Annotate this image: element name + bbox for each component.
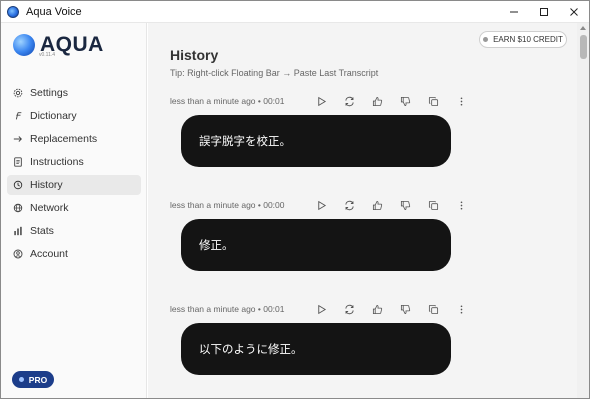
scrollbar[interactable] bbox=[577, 23, 589, 398]
refresh-icon bbox=[344, 96, 354, 106]
copy-button[interactable] bbox=[419, 198, 447, 212]
entry-actions bbox=[307, 94, 475, 108]
sidebar-item-instructions[interactable]: Instructions bbox=[7, 152, 141, 172]
retry-button[interactable] bbox=[335, 302, 363, 316]
sidebar-item-stats[interactable]: Stats bbox=[7, 221, 141, 241]
sidebar-item-label: Account bbox=[30, 248, 68, 260]
transcript-bubble: 以下のように修正。 bbox=[181, 323, 451, 375]
thumbs-down-icon bbox=[400, 96, 410, 106]
sidebar-item-label: Instructions bbox=[30, 156, 84, 168]
sidebar-item-settings[interactable]: Settings bbox=[7, 83, 141, 103]
thumbs-down-button[interactable] bbox=[391, 198, 419, 212]
more-vertical-icon bbox=[460, 96, 462, 106]
app-window: Aqua Voice AQUA v0.11.4 Settings Diction… bbox=[0, 0, 590, 399]
window-controls bbox=[499, 1, 589, 23]
copy-button[interactable] bbox=[419, 302, 447, 316]
logo-orb-icon bbox=[13, 34, 35, 56]
sidebar-item-replacements[interactable]: Replacements bbox=[7, 129, 141, 149]
copy-icon bbox=[428, 96, 438, 106]
pro-label: PRO bbox=[28, 374, 48, 385]
more-vertical-icon bbox=[460, 304, 462, 314]
thumbs-up-button[interactable] bbox=[363, 94, 391, 108]
globe-icon bbox=[13, 203, 23, 213]
pro-button[interactable]: PRO bbox=[12, 371, 54, 388]
thumbs-up-button[interactable] bbox=[363, 302, 391, 316]
dictionary-icon bbox=[15, 112, 22, 120]
sidebar-item-label: Network bbox=[30, 202, 69, 214]
play-icon bbox=[317, 200, 326, 210]
main-panel: EARN $10 CREDIT History Tip: Right-click… bbox=[148, 23, 577, 398]
copy-icon bbox=[428, 200, 438, 210]
sidebar-item-account[interactable]: Account bbox=[7, 244, 141, 264]
thumbs-up-button[interactable] bbox=[363, 198, 391, 212]
earn-credit-button[interactable]: EARN $10 CREDIT bbox=[479, 31, 567, 48]
account-icon bbox=[13, 249, 23, 259]
more-button[interactable] bbox=[447, 198, 475, 212]
arrow-right-icon bbox=[13, 136, 22, 142]
page-title: History bbox=[170, 47, 219, 63]
close-button[interactable] bbox=[559, 1, 589, 23]
play-icon bbox=[317, 96, 326, 106]
refresh-icon bbox=[344, 304, 354, 314]
sidebar: AQUA v0.11.4 Settings Dictionary Replace… bbox=[1, 23, 147, 398]
window-title: Aqua Voice bbox=[26, 5, 82, 18]
thumbs-up-icon bbox=[372, 96, 382, 106]
copy-icon bbox=[428, 304, 438, 314]
sidebar-nav: Settings Dictionary Replacements Instruc… bbox=[7, 83, 141, 267]
play-icon bbox=[317, 304, 326, 314]
play-button[interactable] bbox=[307, 198, 335, 212]
sidebar-item-network[interactable]: Network bbox=[7, 198, 141, 218]
maximize-button[interactable] bbox=[529, 1, 559, 23]
thumbs-down-button[interactable] bbox=[391, 94, 419, 108]
scroll-thumb[interactable] bbox=[580, 35, 587, 59]
sidebar-item-label: Dictionary bbox=[30, 110, 77, 122]
document-icon bbox=[14, 157, 22, 167]
sidebar-item-label: Stats bbox=[30, 225, 54, 237]
history-entry: less than a minute ago • 00:00 修正。 bbox=[170, 198, 570, 271]
more-vertical-icon bbox=[460, 200, 462, 210]
more-button[interactable] bbox=[447, 94, 475, 108]
app-icon bbox=[7, 5, 19, 18]
bar-chart-icon bbox=[14, 226, 22, 236]
earn-dot-icon bbox=[483, 37, 489, 42]
thumbs-down-icon bbox=[400, 200, 410, 210]
thumbs-down-icon bbox=[400, 304, 410, 314]
tip-text: Tip: Right-click Floating Bar → Paste La… bbox=[170, 68, 379, 78]
history-icon bbox=[13, 180, 23, 190]
gear-icon bbox=[13, 88, 23, 98]
entry-actions bbox=[307, 198, 475, 212]
history-entry: less than a minute ago • 00:01 誤字脱字を校正。 bbox=[170, 94, 570, 167]
app-version: v0.11.4 bbox=[39, 52, 56, 58]
history-entry: less than a minute ago • 00:01 以下のように修正。 bbox=[170, 302, 570, 375]
title-bar: Aqua Voice bbox=[1, 1, 589, 23]
sidebar-item-label: History bbox=[30, 179, 63, 191]
retry-button[interactable] bbox=[335, 198, 363, 212]
minimize-button[interactable] bbox=[499, 1, 529, 23]
thumbs-up-icon bbox=[372, 200, 382, 210]
minimize-icon bbox=[510, 11, 518, 13]
thumbs-down-button[interactable] bbox=[391, 302, 419, 316]
play-button[interactable] bbox=[307, 94, 335, 108]
entry-actions bbox=[307, 302, 475, 316]
transcript-bubble: 誤字脱字を校正。 bbox=[181, 115, 451, 167]
earn-credit-label: EARN $10 CREDIT bbox=[493, 35, 563, 44]
copy-button[interactable] bbox=[419, 94, 447, 108]
sidebar-item-label: Settings bbox=[30, 87, 68, 99]
sidebar-item-history[interactable]: History bbox=[7, 175, 141, 195]
pro-dot-icon bbox=[18, 377, 24, 382]
logo: AQUA bbox=[13, 33, 104, 57]
thumbs-up-icon bbox=[372, 304, 382, 314]
sidebar-item-dictionary[interactable]: Dictionary bbox=[7, 106, 141, 126]
transcript-bubble: 修正。 bbox=[181, 219, 451, 271]
sidebar-item-label: Replacements bbox=[30, 133, 98, 145]
play-button[interactable] bbox=[307, 302, 335, 316]
maximize-icon bbox=[540, 8, 548, 16]
refresh-icon bbox=[344, 200, 354, 210]
more-button[interactable] bbox=[447, 302, 475, 316]
close-icon bbox=[570, 8, 578, 16]
scroll-up-arrow-icon[interactable] bbox=[580, 26, 586, 30]
retry-button[interactable] bbox=[335, 94, 363, 108]
